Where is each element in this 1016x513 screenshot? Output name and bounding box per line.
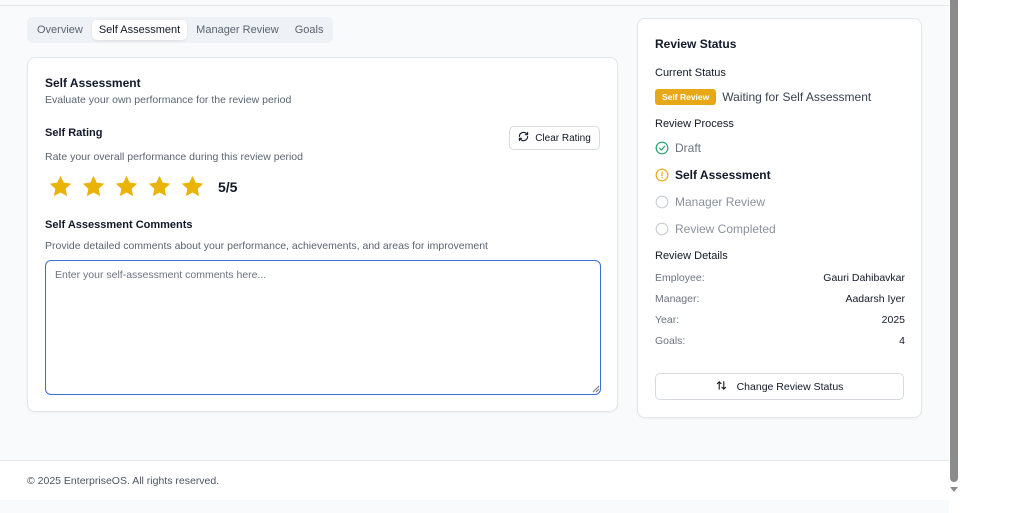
process-step-label: Self Assessment <box>675 168 771 182</box>
change-review-status-button[interactable]: Change Review Status <box>655 373 904 400</box>
detail-value: Aadarsh Iyer <box>845 293 905 305</box>
self-rating-title: Self Rating <box>45 127 103 139</box>
detail-label: Employee: <box>655 272 705 284</box>
review-details-label: Review Details <box>655 250 728 262</box>
empty-circle-icon <box>655 195 669 209</box>
top-divider <box>0 5 949 6</box>
scroll-down-arrow-icon[interactable] <box>949 486 959 494</box>
tab-overview[interactable]: Overview <box>30 20 90 40</box>
alert-circle-icon <box>655 168 669 182</box>
review-tabs: Overview Self Assessment Manager Review … <box>27 17 334 43</box>
star-icon[interactable] <box>47 173 74 200</box>
detail-employee: Employee: Gauri Dahibavkar <box>655 272 905 284</box>
check-circle-icon <box>655 141 669 155</box>
process-step-label: Manager Review <box>675 195 766 209</box>
rating-value: 5/5 <box>218 178 238 195</box>
detail-value: 4 <box>899 335 905 347</box>
detail-label: Year: <box>655 314 680 326</box>
star-icon[interactable] <box>113 173 140 200</box>
tab-manager-review[interactable]: Manager Review <box>189 20 286 40</box>
star-rating: 5/5 <box>47 173 237 200</box>
review-status-card: Review Status Current Status Self Review… <box>637 18 922 418</box>
detail-label: Manager: <box>655 293 700 305</box>
scrollbar-thumb[interactable] <box>950 0 958 482</box>
detail-year: Year: 2025 <box>655 314 905 326</box>
clear-rating-label: Clear Rating <box>535 132 591 144</box>
bottom-strip <box>0 500 949 513</box>
current-status: Self Review Waiting for Self Assessment <box>655 89 871 105</box>
detail-goals: Goals: 4 <box>655 335 905 347</box>
star-icon[interactable] <box>146 173 173 200</box>
process-step-label: Review Completed <box>675 222 776 236</box>
right-blank-area <box>961 0 1016 513</box>
review-process-label: Review Process <box>655 118 734 130</box>
status-badge: Self Review <box>655 89 717 105</box>
detail-label: Goals: <box>655 335 686 347</box>
main-viewport: Overview Self Assessment Manager Review … <box>0 0 949 513</box>
self-assessment-comments-input[interactable] <box>45 260 601 395</box>
self-rating-description: Rate your overall performance during thi… <box>45 151 303 163</box>
status-text: Waiting for Self Assessment <box>722 90 872 104</box>
footer-copyright: © 2025 EnterpriseOS. All rights reserved… <box>27 475 220 487</box>
process-step-self-assessment: Self Assessment <box>655 168 771 182</box>
refresh-icon <box>518 131 529 145</box>
detail-manager: Manager: Aadarsh Iyer <box>655 293 905 305</box>
process-step-manager-review: Manager Review <box>655 195 765 209</box>
detail-value: Gauri Dahibavkar <box>823 272 905 284</box>
self-assessment-card: Self Assessment Evaluate your own perfor… <box>27 57 618 412</box>
self-assessment-subtitle: Evaluate your own performance for the re… <box>45 94 292 106</box>
comments-title: Self Assessment Comments <box>45 219 193 231</box>
resize-grip-icon[interactable] <box>592 385 600 393</box>
change-review-status-label: Change Review Status <box>736 380 844 393</box>
empty-circle-icon <box>655 222 669 236</box>
review-status-title: Review Status <box>655 37 737 51</box>
tab-self-assessment[interactable]: Self Assessment <box>91 20 188 40</box>
comments-description: Provide detailed comments about your per… <box>45 240 488 252</box>
star-icon[interactable] <box>80 173 107 200</box>
page-footer: © 2025 EnterpriseOS. All rights reserved… <box>0 460 949 500</box>
process-step-draft: Draft <box>655 141 701 155</box>
star-icon[interactable] <box>179 173 206 200</box>
process-step-label: Draft <box>675 141 702 155</box>
clear-rating-button[interactable]: Clear Rating <box>509 126 600 150</box>
self-assessment-title: Self Assessment <box>45 76 141 90</box>
tab-goals[interactable]: Goals <box>288 20 331 40</box>
detail-value: 2025 <box>881 314 905 326</box>
process-step-review-completed: Review Completed <box>655 222 776 236</box>
current-status-label: Current Status <box>655 67 726 79</box>
swap-vertical-icon <box>716 380 727 394</box>
